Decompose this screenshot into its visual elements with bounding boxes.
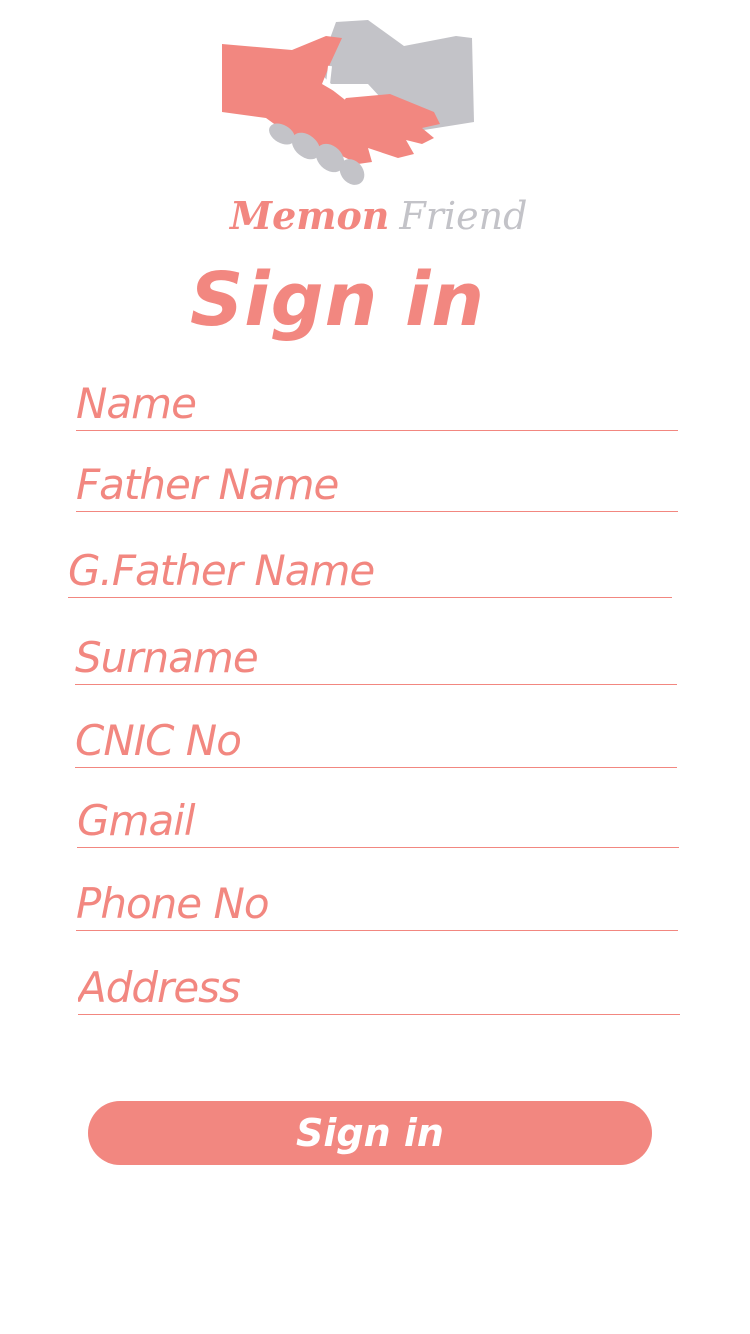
phone-input[interactable] — [76, 876, 678, 930]
grandfather-name-field — [68, 543, 672, 598]
cnic-input[interactable] — [75, 713, 677, 767]
surname-field — [75, 630, 677, 685]
gmail-field — [77, 793, 679, 848]
phone-field — [76, 876, 678, 931]
father-name-field — [76, 457, 678, 512]
name-input[interactable] — [76, 376, 678, 430]
surname-input[interactable] — [75, 630, 677, 684]
sign-in-button[interactable]: Sign in — [88, 1101, 652, 1165]
father-name-input[interactable] — [76, 457, 678, 511]
grandfather-name-input[interactable] — [68, 543, 672, 597]
brand-word-memon: Memon — [230, 193, 390, 238]
cnic-field — [75, 713, 677, 768]
gmail-input[interactable] — [77, 793, 679, 847]
brand-word-friend: Friend — [399, 194, 528, 238]
brand-wordmark: Memon Friend — [230, 190, 527, 242]
address-field — [78, 960, 680, 1015]
page-title: Sign in — [189, 257, 486, 343]
name-field — [76, 376, 678, 431]
address-input[interactable] — [78, 960, 680, 1014]
